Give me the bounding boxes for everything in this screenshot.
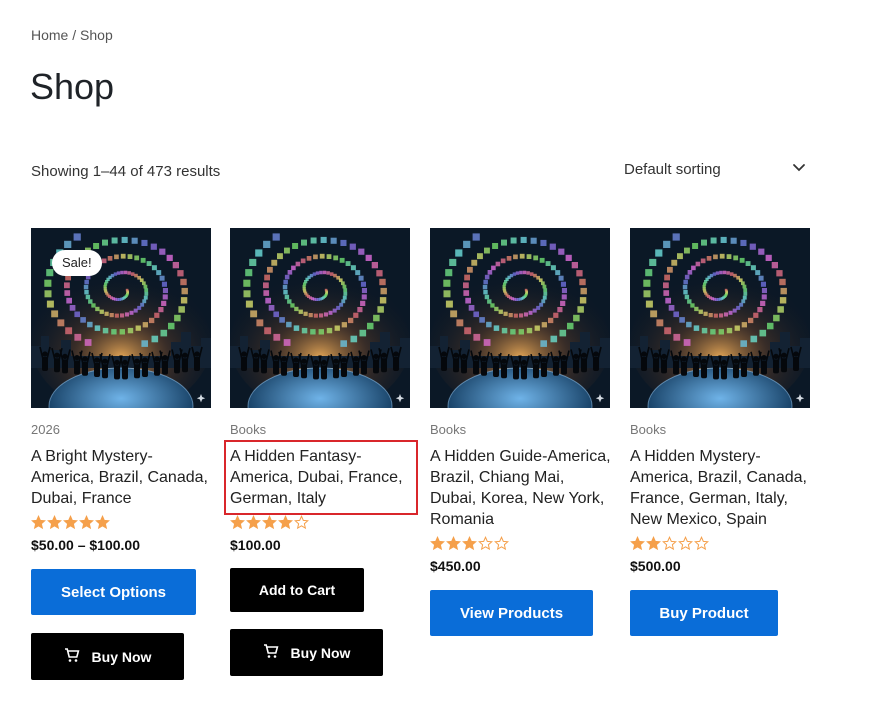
add-to-cart-label: Add to Cart [258,582,336,598]
product-image[interactable] [630,228,810,408]
product-image[interactable] [430,228,610,408]
star-filled-icon [95,515,110,530]
add-to-cart-button[interactable]: Add to Cart [230,568,364,612]
product-card: Books A Hidden Guide-America, Brazil, Ch… [430,228,612,636]
star-empty-icon [494,536,509,551]
breadcrumb: Home / Shop [31,27,113,43]
product-price: $500.00 [630,558,681,574]
star-filled-icon [430,536,445,551]
star-empty-icon [694,536,709,551]
product-title[interactable]: A Hidden Fantasy-America, Dubai, France,… [224,440,418,515]
sorting-selected-label: Default sorting [624,160,721,178]
product-card: Books A Hidden Fantasy-America, Dubai, F… [224,228,418,676]
product-image[interactable]: Sale! [31,228,211,408]
product-category[interactable]: 2026 [31,422,211,438]
page-title: Shop [30,66,115,107]
product-title[interactable]: A Bright Mystery-America, Brazil, Canada… [31,446,213,509]
star-rating [230,515,410,531]
product-price: $100.00 [230,537,281,553]
star-filled-icon [630,536,645,551]
star-empty-icon [294,515,309,530]
buy-now-label: Buy Now [91,648,152,665]
product-card: Sale! 2026 A Bright Mystery-America, Bra… [31,228,211,680]
star-filled-icon [246,515,261,530]
product-category[interactable]: Books [230,422,410,438]
product-title[interactable]: A Hidden Guide-America, Brazil, Chiang M… [430,446,612,530]
breadcrumb-separator: / [68,27,81,43]
buy-product-button[interactable]: Buy Product [630,590,778,636]
star-rating [430,536,610,552]
view-products-button[interactable]: View Products [430,590,593,636]
star-filled-icon [31,515,46,530]
star-empty-icon [662,536,677,551]
star-filled-icon [462,536,477,551]
product-price: $450.00 [430,558,481,574]
buy-now-label: Buy Now [290,644,351,661]
product-category[interactable]: Books [430,422,610,438]
product-card: Books A Hidden Mystery-America, Brazil, … [630,228,810,636]
star-filled-icon [63,515,78,530]
star-filled-icon [230,515,245,530]
product-category[interactable]: Books [630,422,810,438]
breadcrumb-home-link[interactable]: Home [31,27,68,43]
star-filled-icon [79,515,94,530]
star-rating [31,515,211,531]
select-options-button[interactable]: Select Options [31,569,196,615]
star-filled-icon [446,536,461,551]
star-rating [630,536,810,552]
product-image[interactable] [230,228,410,408]
chevron-down-icon [792,160,806,178]
star-empty-icon [478,536,493,551]
select-options-label: Select Options [60,583,167,601]
cart-icon [263,643,291,662]
product-title[interactable]: A Hidden Mystery-America, Brazil, Canada… [630,446,812,530]
sale-badge: Sale! [52,250,102,276]
view-products-label: View Products [459,604,564,622]
star-filled-icon [262,515,277,530]
breadcrumb-current: Shop [80,27,113,43]
star-filled-icon [646,536,661,551]
sorting-select[interactable]: Default sorting [614,152,814,186]
star-empty-icon [678,536,693,551]
buy-product-label: Buy Product [659,604,749,622]
star-filled-icon [278,515,293,530]
buy-now-button[interactable]: Buy Now [31,633,184,680]
buy-now-button[interactable]: Buy Now [230,629,383,676]
product-price: $50.00 – $100.00 [31,537,140,553]
result-count: Showing 1–44 of 473 results [31,163,221,180]
cart-icon [64,647,92,666]
star-filled-icon [47,515,62,530]
